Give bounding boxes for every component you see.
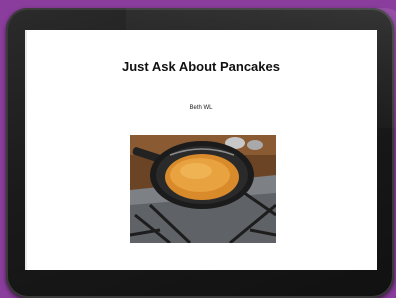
page-title: Just Ask About Pancakes <box>122 59 280 74</box>
author-name: Beth WL <box>189 105 213 111</box>
document-page: Just Ask About Pancakes Beth WL <box>25 30 377 270</box>
screen-edge <box>25 30 27 270</box>
pancake-photo <box>130 135 276 243</box>
